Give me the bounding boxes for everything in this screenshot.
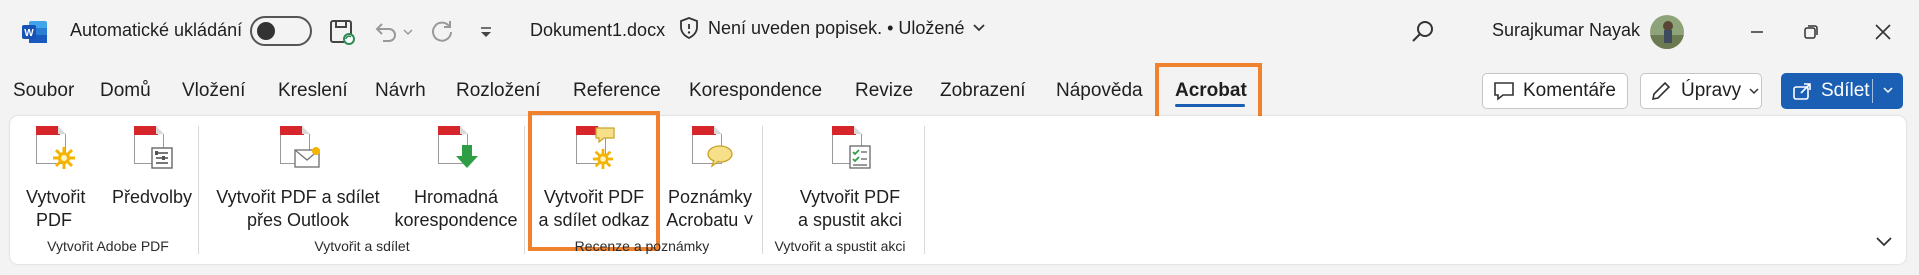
save-icon[interactable] (326, 16, 358, 48)
close-icon (1875, 24, 1891, 40)
pencil-icon (1651, 81, 1671, 101)
acrobat-notes-label: Poznámky Acrobatu ˅ (666, 187, 754, 230)
share-icon (1793, 83, 1811, 100)
tab-home[interactable]: Domů (100, 80, 151, 102)
tab-draw[interactable]: Kreslení (278, 80, 348, 102)
minimize-icon (1751, 31, 1763, 33)
restore-button[interactable] (1788, 14, 1834, 50)
create-pdf-run-action-icon (826, 124, 874, 172)
title-bar: W Automatické ukládání Dokument1.docx Ne… (0, 0, 1919, 64)
preferences-icon (128, 124, 176, 172)
group-separator (924, 126, 925, 254)
share-divider (1872, 79, 1873, 103)
create-pdf-share-link-label: Vytvořit PDF a sdílet odkaz (538, 187, 650, 230)
acrobat-notes-icon (686, 124, 734, 172)
comments-button[interactable]: Komentáře (1482, 73, 1628, 109)
toggle-knob (257, 22, 275, 40)
avatar[interactable] (1650, 15, 1684, 49)
mass-correspondence-icon (432, 124, 480, 172)
chevron-down-icon[interactable] (1883, 86, 1893, 94)
group-separator (524, 126, 525, 254)
tab-file[interactable]: Soubor (13, 80, 74, 102)
preferences-label: Předvolby (111, 187, 193, 207)
ribbon-panel: Vytvořit PDF Předvolby Vytvořit Adobe PD… (10, 111, 1906, 264)
search-icon[interactable] (1407, 16, 1439, 48)
svg-text:W: W (24, 28, 34, 39)
tab-design[interactable]: Návrh (375, 80, 426, 102)
create-pdf-share-outlook-button[interactable]: Vytvořit PDF a sdílet přes Outlook (210, 124, 386, 232)
preferences-button[interactable]: Předvolby (102, 124, 202, 209)
chevron-down-icon (1876, 237, 1892, 247)
tab-view[interactable]: Zobrazení (940, 80, 1026, 102)
chevron-down-icon (973, 24, 986, 32)
word-logo-icon: W (22, 20, 48, 44)
tab-review[interactable]: Revize (855, 80, 913, 102)
create-pdf-run-action-label: Vytvořit PDF a spustit akci (797, 187, 903, 230)
autosave-toggle[interactable] (250, 16, 312, 46)
group-label-review-notes: Recenze a poznámky (574, 238, 710, 254)
comment-icon (1494, 82, 1514, 101)
group-label-create-adobe-pdf: Vytvořit Adobe PDF (47, 238, 169, 254)
editing-label: Úpravy (1681, 80, 1742, 101)
group-separator (762, 126, 763, 254)
group-separator (198, 126, 199, 254)
create-pdf-outlook-icon (274, 124, 322, 172)
tab-help[interactable]: Nápověda (1056, 80, 1143, 102)
share-button[interactable]: Sdílet (1781, 73, 1903, 109)
user-name[interactable]: Surajkumar Nayak (1492, 20, 1640, 41)
minimize-button[interactable] (1734, 14, 1780, 50)
create-pdf-icon (30, 124, 78, 172)
tab-insert[interactable]: Vložení (182, 80, 245, 102)
create-pdf-run-action-button[interactable]: Vytvořit PDF a spustit akci (768, 124, 932, 232)
group-label-create-and-share: Vytvořit a sdílet (314, 238, 410, 254)
create-pdf-share-link-icon (570, 124, 618, 172)
collapse-ribbon-button[interactable] (1872, 229, 1896, 253)
document-status[interactable]: Není uveden popisek. • Uložené (678, 16, 986, 40)
tab-references[interactable]: Reference (573, 80, 661, 102)
group-label-create-run-action: Vytvořit a spustit akci (774, 238, 906, 254)
mass-correspondence-label: Hromadná korespondence (394, 187, 518, 230)
tab-layout[interactable]: Rozložení (456, 80, 541, 102)
chevron-down-icon (1749, 88, 1759, 95)
mass-correspondence-button[interactable]: Hromadná korespondence (388, 124, 524, 232)
editing-button[interactable]: Úpravy (1640, 73, 1762, 109)
create-pdf-share-outlook-label: Vytvořit PDF a sdílet přes Outlook (216, 187, 380, 230)
document-name[interactable]: Dokument1.docx (530, 20, 665, 41)
document-status-text: Není uveden popisek. • Uložené (708, 17, 965, 38)
autosave-label: Automatické ukládání (70, 20, 243, 40)
tab-mailings[interactable]: Korespondence (689, 80, 822, 102)
comments-label: Komentáře (1523, 80, 1616, 101)
redo-icon[interactable] (426, 16, 458, 48)
close-button[interactable] (1860, 14, 1906, 50)
create-pdf-share-link-button[interactable]: Vytvořit PDF a sdílet odkaz (534, 124, 654, 232)
undo-dropdown-icon[interactable] (398, 16, 418, 48)
acrobat-notes-button[interactable]: Poznámky Acrobatu ˅ (658, 124, 762, 232)
share-label: Sdílet (1821, 80, 1870, 101)
restore-icon (1804, 25, 1818, 39)
customize-toolbar-icon[interactable] (470, 16, 502, 48)
create-pdf-button[interactable]: Vytvořit PDF (26, 124, 86, 232)
create-pdf-label: Vytvořit PDF (26, 187, 86, 230)
shield-icon (680, 17, 698, 40)
